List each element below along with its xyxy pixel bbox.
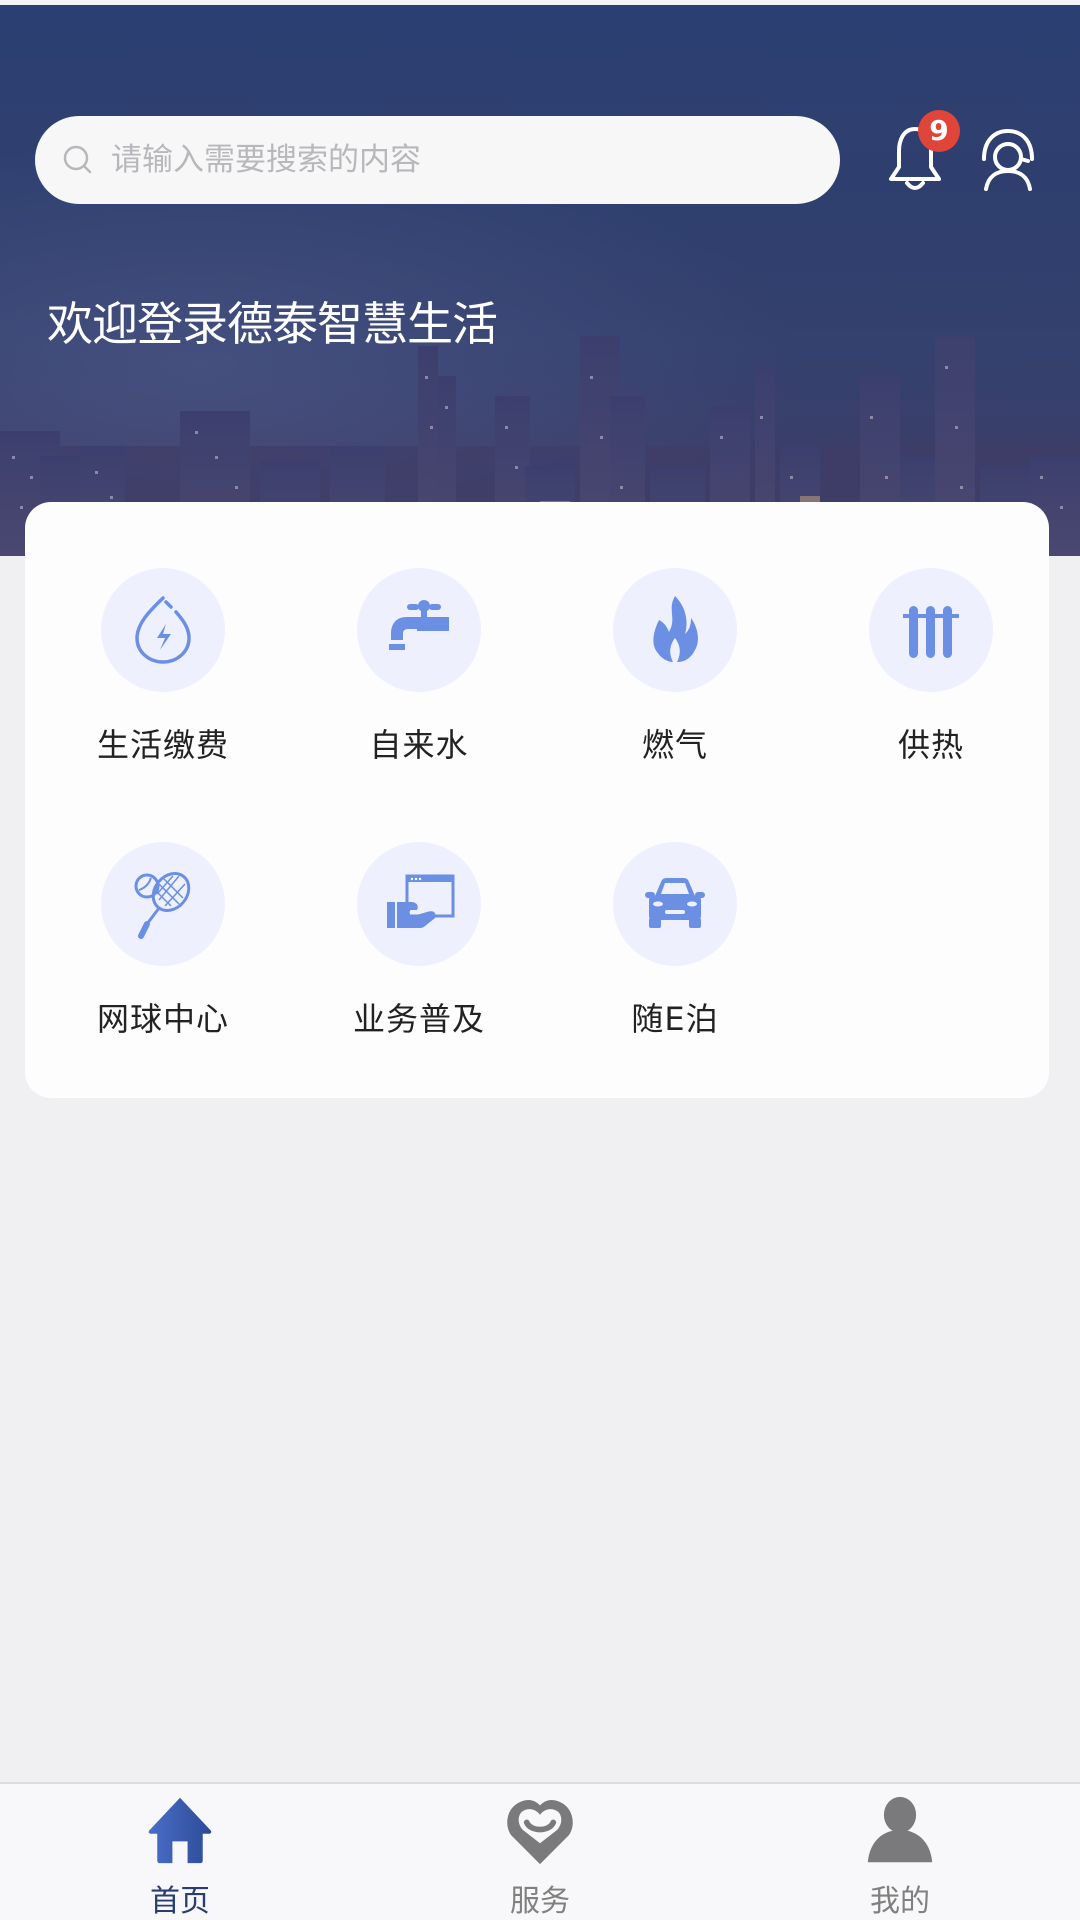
service-label: 供热 xyxy=(897,726,964,764)
service-label: 随E泊 xyxy=(631,1000,719,1038)
tab-profile[interactable]: 我的 xyxy=(720,1784,1080,1920)
icon-circle xyxy=(613,842,737,966)
service-heart-icon xyxy=(507,1800,573,1865)
icon-circle xyxy=(101,842,225,966)
service-label: 燃气 xyxy=(641,726,708,764)
tab-label: 我的 xyxy=(870,1884,930,1919)
service-item-parking[interactable]: 随E泊 xyxy=(565,842,785,1052)
service-label: 业务普及 xyxy=(352,1000,485,1038)
header-banner: 9 欢迎登录德泰智慧生活 xyxy=(0,5,1080,556)
home-icon xyxy=(148,1797,212,1864)
welcome-title: 欢迎登录德泰智慧生活 xyxy=(47,297,498,351)
service-label: 网球中心 xyxy=(96,1000,229,1038)
icon-circle xyxy=(613,568,737,692)
service-item-business-info[interactable]: 业务普及 xyxy=(309,842,529,1052)
tab-label: 首页 xyxy=(150,1884,210,1919)
gas-flame-icon xyxy=(653,596,698,662)
water-faucet-icon xyxy=(389,600,449,650)
tab-home[interactable]: 首页 xyxy=(0,1784,360,1920)
services-card: 生活缴费 自来水 燃气 供热 网球中心 业务普及 随E泊 xyxy=(25,502,1049,1098)
heating-radiator-icon xyxy=(903,606,959,658)
service-label: 生活缴费 xyxy=(96,726,229,764)
tennis-icon xyxy=(134,872,191,939)
parking-car-icon xyxy=(645,878,705,928)
business-info-icon xyxy=(387,874,455,928)
search-icon xyxy=(63,145,92,174)
notification-badge: 9 xyxy=(918,110,960,152)
search-input[interactable] xyxy=(111,142,811,178)
utility-payment-icon xyxy=(135,596,191,664)
service-item-gas[interactable]: 燃气 xyxy=(565,568,785,778)
icon-circle xyxy=(869,568,993,692)
customer-service-icon[interactable] xyxy=(976,125,1040,193)
icon-circle xyxy=(101,568,225,692)
tab-service[interactable]: 服务 xyxy=(360,1784,720,1920)
service-item-utility-payment[interactable]: 生活缴费 xyxy=(53,568,273,778)
service-item-tennis[interactable]: 网球中心 xyxy=(53,842,273,1052)
service-label: 自来水 xyxy=(369,726,469,764)
service-item-water[interactable]: 自来水 xyxy=(309,568,529,778)
profile-icon xyxy=(867,1796,933,1863)
tab-label: 服务 xyxy=(510,1884,570,1919)
bottom-tab-bar: 首页 服务 我的 xyxy=(0,1782,1080,1920)
icon-circle xyxy=(357,842,481,966)
icon-circle xyxy=(357,568,481,692)
search-bar[interactable] xyxy=(35,116,840,204)
service-item-heating[interactable]: 供热 xyxy=(821,568,1041,778)
